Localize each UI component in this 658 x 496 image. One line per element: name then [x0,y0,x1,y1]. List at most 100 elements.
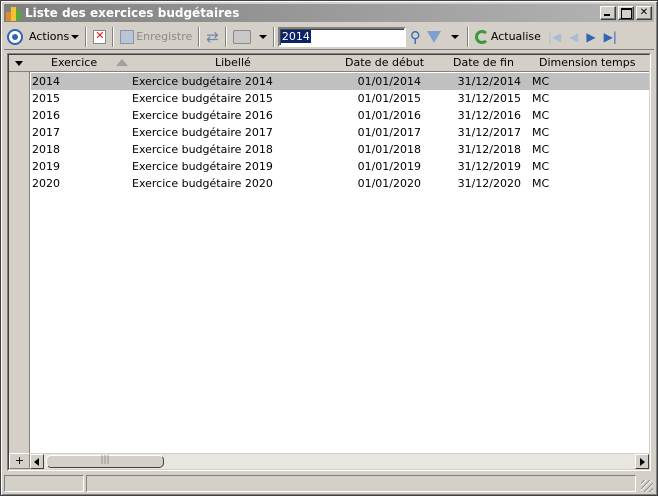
save-icon [120,29,135,44]
cell-libelle: Exercice budgétaire 2018 [132,143,273,156]
add-row-button[interactable]: + [9,453,30,469]
data-grid: Exercice Libellé Date de début Date de f… [7,53,651,471]
cell-date-debut: 01/01/2019 [357,160,421,173]
printer-icon [232,29,251,44]
cell-dimension: MC [532,177,550,190]
cell-date-fin: 31/12/2020 [457,177,521,190]
cell-exercice: 2016 [32,109,60,122]
filter-icon[interactable] [426,30,441,43]
window-title: Liste des exercices budgétaires [25,6,240,20]
next-record-icon[interactable]: ▶ [586,30,595,44]
cell-date-fin: 31/12/2015 [457,92,521,105]
cell-date-debut: 01/01/2018 [357,143,421,156]
cell-exercice: 2020 [32,177,60,190]
minimize-button[interactable] [600,6,616,20]
cell-dimension: MC [532,75,550,88]
title-bar[interactable]: Liste des exercices budgétaires ✕ [4,4,654,22]
cell-dimension: MC [532,109,550,122]
cell-libelle: Exercice budgétaire 2017 [132,126,273,139]
resize-grip[interactable] [641,480,653,492]
row-selector-column [9,55,30,453]
cell-date-debut: 01/01/2020 [357,177,421,190]
cell-exercice: 2018 [32,143,60,156]
actions-label: Actions [29,30,70,43]
delete-button[interactable] [90,26,109,48]
table-row[interactable]: 2015 Exercice budgétaire 2015 01/01/2015… [31,90,649,107]
column-header-date-fin[interactable]: Date de fin [453,55,514,72]
toolbar-separator [198,26,201,47]
table-row[interactable]: 2019 Exercice budgétaire 2019 01/01/2019… [31,158,649,175]
cell-date-fin: 31/12/2014 [457,75,521,88]
sync-icon: ⇄ [206,27,219,46]
cell-dimension: MC [532,126,550,139]
previous-record-icon[interactable]: ◀ [569,30,578,44]
sort-ascending-icon [116,59,128,66]
save-button[interactable]: Enregistre [117,26,195,48]
scroll-right-button[interactable] [635,454,649,469]
search-input[interactable]: 2014 [277,26,406,47]
cell-libelle: Exercice budgétaire 2020 [132,177,273,190]
last-record-icon[interactable]: ▶| [604,30,617,44]
search-input-value: 2014 [280,30,311,43]
close-button[interactable]: ✕ [636,6,652,20]
column-header-libelle[interactable]: Libellé [215,55,251,72]
cell-date-debut: 01/01/2016 [357,109,421,122]
column-chooser-icon [15,61,23,66]
table-row[interactable]: 2014 Exercice budgétaire 2014 01/01/2014… [31,73,649,90]
first-record-icon[interactable]: |◀ [548,30,561,44]
cell-libelle: Exercice budgétaire 2016 [132,109,273,122]
scroll-left-button[interactable] [30,454,44,469]
cell-libelle: Exercice budgétaire 2019 [132,160,273,173]
column-header-date-debut[interactable]: Date de début [345,55,424,72]
refresh-label: Actualise [490,30,541,43]
cell-date-debut: 01/01/2014 [357,75,421,88]
table-row[interactable]: 2016 Exercice budgétaire 2016 01/01/2016… [31,107,649,124]
refresh-button[interactable]: Actualise [472,26,544,48]
actions-icon [7,28,23,45]
print-dropdown-icon[interactable] [258,34,267,39]
cell-exercice: 2014 [32,75,60,88]
cell-libelle: Exercice budgétaire 2014 [132,75,273,88]
column-header-dimension[interactable]: Dimension temps [539,55,635,72]
maximize-button[interactable] [618,6,634,20]
toolbar-separator [112,26,115,47]
window: Liste des exercices budgétaires ✕ Action… [0,0,658,496]
table-row[interactable]: 2018 Exercice budgétaire 2018 01/01/2018… [31,141,649,158]
horizontal-scrollbar[interactable]: ||| [30,453,649,469]
cell-libelle: Exercice budgétaire 2015 [132,92,273,105]
refresh-icon [474,29,489,44]
cell-exercice: 2019 [32,160,60,173]
cell-date-debut: 01/01/2015 [357,92,421,105]
search-icon[interactable]: ⚲ [410,28,421,46]
chevron-down-icon [71,34,80,39]
print-button[interactable] [230,26,270,48]
table-row[interactable]: 2017 Exercice budgétaire 2017 01/01/2017… [31,124,649,141]
grid-header: Exercice Libellé Date de début Date de f… [9,55,649,72]
toolbar-separator [272,26,275,47]
scroll-thumb[interactable]: ||| [46,455,164,468]
cell-date-fin: 31/12/2018 [457,143,521,156]
cell-exercice: 2015 [32,92,60,105]
toolbar: Actions Enregistre ⇄ 2014 ⚲ Ac [4,24,654,50]
toolbar-separator [224,26,227,47]
cell-dimension: MC [532,92,550,105]
column-header-exercice[interactable]: Exercice [51,55,97,72]
app-icon [5,5,23,21]
actions-button[interactable]: Actions [4,26,82,48]
delete-icon [93,29,107,44]
cell-exercice: 2017 [32,126,60,139]
scroll-thumb-grip: ||| [100,455,110,465]
status-panel [4,475,84,492]
sync-button[interactable]: ⇄ [203,26,222,48]
grid-rows: 2014 Exercice budgétaire 2014 01/01/2014… [31,73,649,192]
status-panel [86,475,636,492]
table-row[interactable]: 2020 Exercice budgétaire 2020 01/01/2020… [31,175,649,192]
cell-date-debut: 01/01/2017 [357,126,421,139]
cell-dimension: MC [532,160,550,173]
cell-date-fin: 31/12/2016 [457,109,521,122]
column-chooser-button[interactable] [9,55,30,72]
filter-dropdown-icon[interactable] [450,34,459,39]
cell-date-fin: 31/12/2017 [457,126,521,139]
cell-dimension: MC [532,143,550,156]
save-label: Enregistre [136,30,193,43]
